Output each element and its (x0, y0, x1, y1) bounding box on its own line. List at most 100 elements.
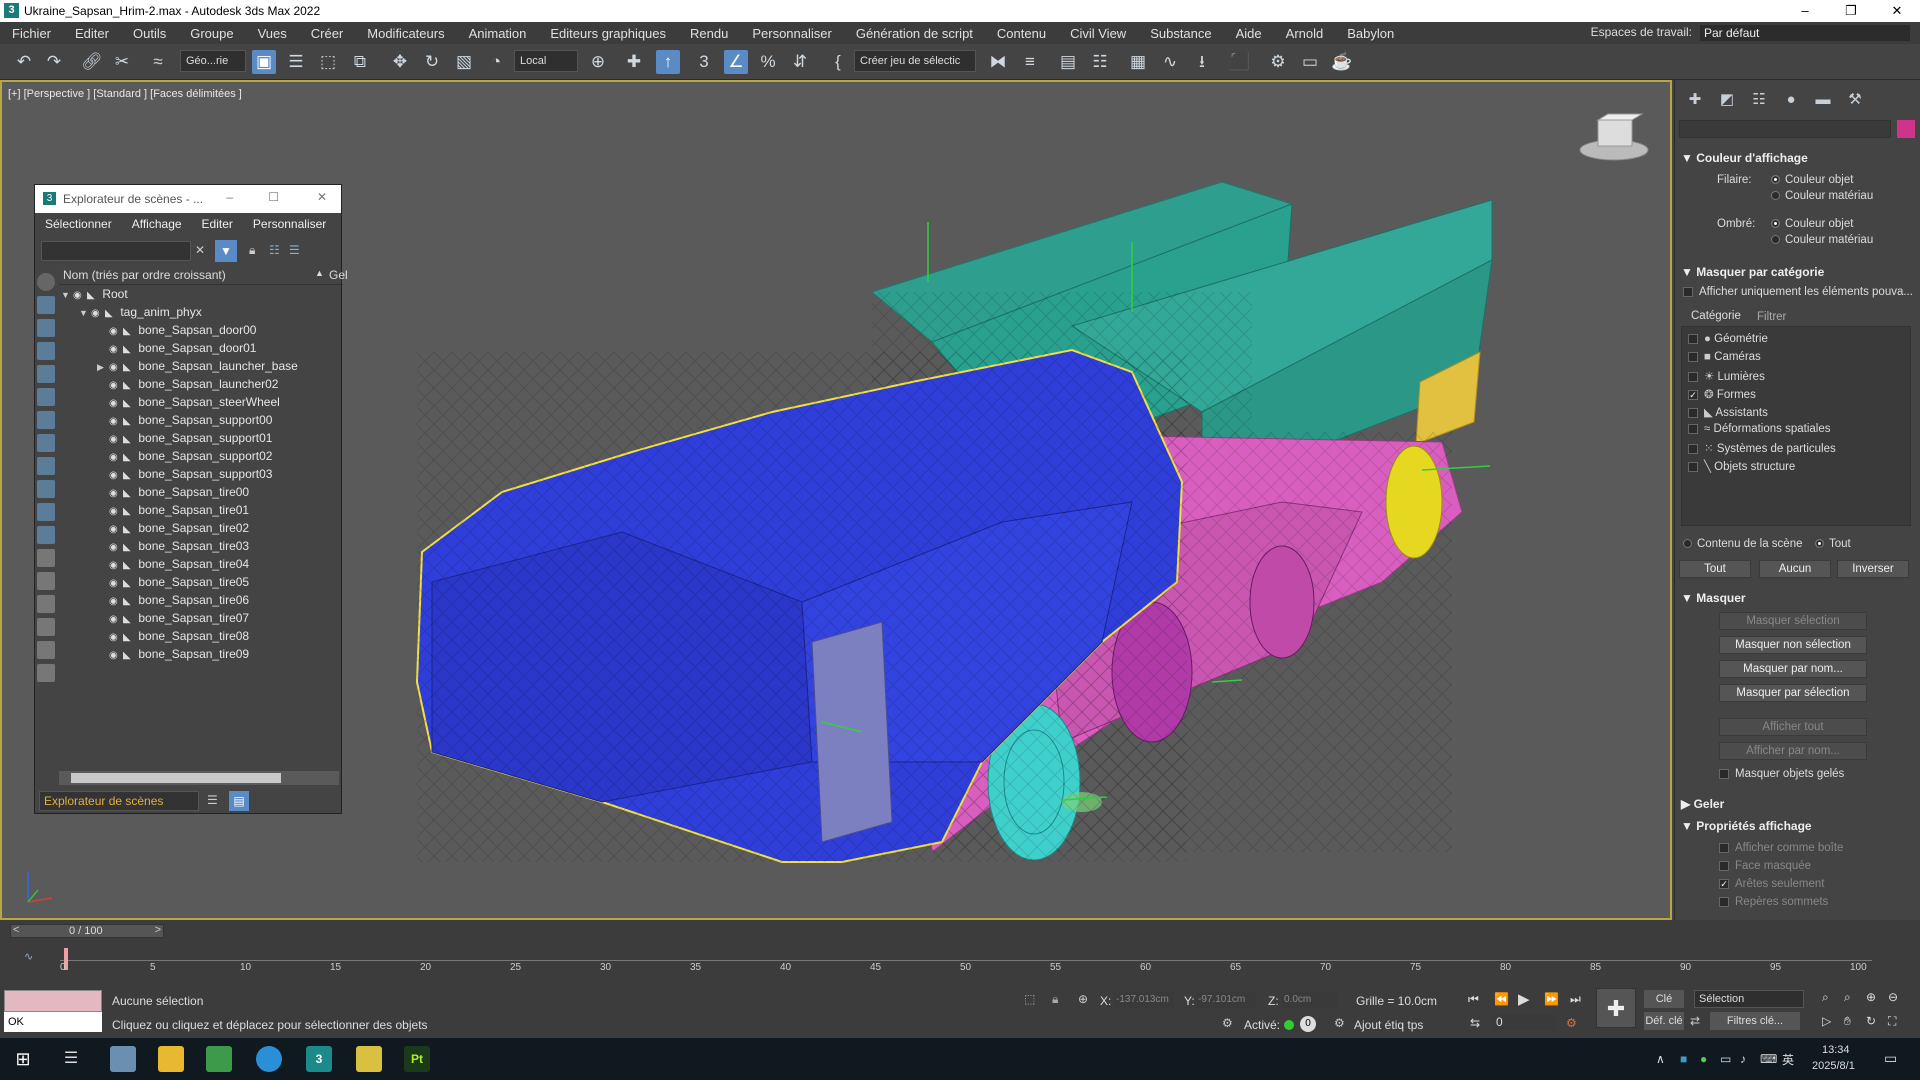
substance-painter-icon[interactable]: Pt (404, 1046, 430, 1072)
name-column-header[interactable]: Nom (triés par ordre croissant) (63, 268, 226, 282)
tree-row[interactable]: ◉ ◣ bone_Sapsan_tire00 (59, 483, 343, 501)
next-key-icon[interactable]: ⏩ (1544, 992, 1559, 1006)
go-to-start-icon[interactable]: ⏮ (1468, 992, 1479, 1007)
tree-row[interactable]: ▶ ◉ ◣ bone_Sapsan_launcher_base (59, 357, 343, 375)
rect-selection-icon[interactable]: ⬚ (316, 50, 340, 74)
tree-row[interactable]: ◉ ◣ bone_Sapsan_door00 (59, 321, 343, 339)
filter-icon[interactable] (37, 641, 55, 659)
hierarchy-icon[interactable]: ☷ (269, 243, 280, 257)
windows-start-icon[interactable]: ⊞ (10, 1046, 36, 1072)
tree-row[interactable]: ◉ ◣ bone_Sapsan_support01 (59, 429, 343, 447)
eye-icon[interactable]: ◉ (109, 647, 123, 665)
freeze-rollout[interactable]: ▶ Geler (1681, 794, 1915, 814)
geometry-filter-icon[interactable] (37, 296, 55, 314)
display-as-box-checkbox[interactable]: Afficher comme boîte (1719, 842, 1843, 854)
material-editor-icon[interactable]: ⬛ (1228, 50, 1252, 74)
schematic-view-icon[interactable]: ⭳ (1190, 50, 1214, 74)
maximize-icon[interactable]: ☐ (268, 190, 279, 204)
menu-substance[interactable]: Substance (1138, 26, 1223, 41)
zoom-extents-icon[interactable]: ⊕ (1866, 990, 1876, 1004)
menu-scripting[interactable]: Génération de script (844, 26, 985, 41)
prev-frame-icon[interactable]: < (13, 924, 19, 936)
set-key-big-icon[interactable]: ✚ (1596, 988, 1636, 1028)
category-helpers[interactable]: ◣ Assistants (1688, 405, 1768, 419)
category-space-warps[interactable]: ≈ Déformations spatiales (1688, 423, 1831, 435)
add-time-tag[interactable]: Ajout étiq tps (1354, 1018, 1423, 1032)
select-manipulate-icon[interactable]: ✚ (622, 50, 646, 74)
placement-icon[interactable]: ◔ (484, 50, 508, 74)
reference-coord-dropdown[interactable]: Local (514, 50, 578, 72)
key-filter-icon[interactable]: ⇄ (1690, 1014, 1700, 1028)
time-slider[interactable]: < 0 / 100 > (10, 924, 164, 938)
angle-snap-icon[interactable]: ∠ (724, 50, 748, 74)
expand-arrow-icon[interactable]: ▼ (79, 304, 91, 322)
zoom-all-icon[interactable]: ⌕ (1844, 990, 1851, 1005)
shaded-material-color-radio[interactable]: Couleur matériau (1771, 234, 1873, 246)
funnel-icon[interactable] (37, 618, 55, 636)
frozen-filter-icon[interactable] (37, 526, 55, 544)
hide-unselected-button[interactable]: Masquer non sélection (1719, 636, 1867, 654)
bones-filter-icon[interactable] (37, 480, 55, 498)
menu-views[interactable]: Vues (246, 26, 299, 41)
hide-by-hit-button[interactable]: Masquer par sélection (1719, 684, 1867, 702)
tree-row[interactable]: ▼ ◉ ◣ Root (59, 285, 343, 303)
orbit-icon[interactable]: ↻ (1866, 1014, 1876, 1028)
viewcube[interactable] (1579, 113, 1649, 161)
se-menu-display[interactable]: Affichage (122, 217, 192, 231)
absolute-mode-icon[interactable]: ⊕ (1078, 992, 1088, 1006)
scene-search-input[interactable] (41, 241, 191, 261)
selection-filter-dropdown[interactable]: Géo...rie (180, 50, 246, 72)
align-icon[interactable]: ≡ (1018, 50, 1042, 74)
next-frame-icon[interactable]: > (155, 924, 161, 936)
zoom-extents-all-icon[interactable]: ⊖ (1888, 990, 1898, 1004)
mirror-icon[interactable]: ⧓ (986, 50, 1010, 74)
category-none-button[interactable]: Aucun (1759, 560, 1831, 578)
visibility-filter-icon[interactable] (37, 549, 55, 567)
menu-civil-view[interactable]: Civil View (1058, 26, 1138, 41)
render-setup-icon[interactable]: ⚙ (1266, 50, 1290, 74)
category-particles[interactable]: ⁙ Systèmes de particules (1688, 441, 1836, 455)
menu-create[interactable]: Créer (299, 26, 356, 41)
isolate-icon[interactable]: ⬚ (1024, 992, 1035, 1006)
tree-row[interactable]: ◉ ◣ bone_Sapsan_launcher02 (59, 375, 343, 393)
expand-arrow-icon[interactable]: ▼ (61, 286, 73, 304)
tab-filter[interactable]: Filtrer (1757, 311, 1786, 323)
maxscript-listener-pink[interactable] (4, 990, 102, 1012)
file-explorer-icon[interactable] (158, 1046, 184, 1072)
unhide-all-button[interactable]: Afficher tout (1719, 718, 1867, 736)
menu-edit[interactable]: Editer (63, 26, 121, 41)
time-tag-add-icon[interactable]: ⚙ (1334, 1016, 1345, 1030)
freeze-column-header[interactable]: Gel (329, 268, 348, 282)
layer-explorer-icon[interactable]: ☷ (1088, 50, 1112, 74)
filter-icon[interactable]: ▼ (215, 240, 237, 262)
notepad-icon[interactable] (206, 1046, 232, 1072)
spinner-snap-icon[interactable]: ⇵ (788, 50, 812, 74)
set-key-button[interactable]: Déf. clé (1644, 1012, 1684, 1030)
hide-frozen-checkbox[interactable]: Masquer objets gelés (1719, 768, 1844, 780)
category-all-button[interactable]: Tout (1679, 560, 1751, 578)
move-icon[interactable]: ✥ (388, 50, 412, 74)
tree-row[interactable]: ◉ ◣ bone_Sapsan_support02 (59, 447, 343, 465)
tree-row[interactable]: ◉ ◣ bone_Sapsan_steerWheel (59, 393, 343, 411)
maximize-viewport-icon[interactable]: ⛶ (1888, 1014, 1896, 1029)
menu-customize[interactable]: Personnaliser (740, 26, 844, 41)
rotate-icon[interactable]: ↻ (420, 50, 444, 74)
hierarchy-mode-icon[interactable]: ▤ (229, 791, 249, 811)
key-mode-icon[interactable]: ⇆ (1470, 1016, 1480, 1030)
shaded-object-color-radio[interactable]: Couleur objet (1771, 218, 1853, 230)
workspace-dropdown[interactable]: Par défaut (1700, 25, 1910, 41)
minimize-button[interactable]: – (1782, 0, 1828, 22)
tree-row[interactable]: ◉ ◣ bone_Sapsan_tire01 (59, 501, 343, 519)
menu-arnold[interactable]: Arnold (1274, 26, 1336, 41)
field-of-view-icon[interactable]: ▷ (1822, 1014, 1831, 1028)
invert-filter-icon[interactable] (37, 595, 55, 613)
snaps-toggle-icon[interactable]: 3 (692, 50, 716, 74)
close-button[interactable]: ✕ (1874, 0, 1920, 22)
tree-row[interactable]: ◉ ◣ bone_Sapsan_tire03 (59, 537, 343, 555)
menu-file[interactable]: Fichier (0, 26, 63, 41)
cameras-filter-icon[interactable] (37, 365, 55, 383)
motion-tab-icon[interactable]: ● (1781, 90, 1801, 110)
zoom-icon[interactable]: ⌕ (1822, 990, 1829, 1005)
rendered-frame-window-icon[interactable]: ▭ (1298, 50, 1322, 74)
tray-up-arrow-icon[interactable]: ∧ (1656, 1052, 1665, 1066)
